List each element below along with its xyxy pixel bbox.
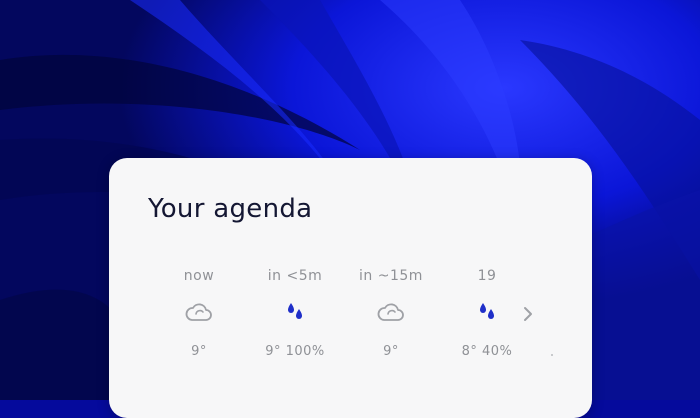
forecast-time-label: in <5m	[267, 268, 323, 284]
raindrops-icon	[480, 303, 494, 319]
forecast-strip: now 9° in <5m 9° 100% in ~15m 9° 19 8° 4…	[151, 264, 551, 364]
raindrops-icon	[288, 303, 302, 319]
cloud-icon	[377, 303, 404, 321]
forecast-value: 9°	[191, 344, 207, 359]
forecast-value: 9° 100%	[265, 344, 325, 359]
scroll-indicator-dot	[551, 354, 553, 356]
forecast-slot: in <5m 9° 100%	[247, 264, 343, 364]
forecast-time-label: now	[183, 268, 215, 284]
chevron-right-icon[interactable]	[517, 302, 539, 326]
forecast-time-label: 19	[477, 268, 497, 284]
forecast-time-label: in ~15m	[359, 268, 423, 284]
agenda-title: Your agenda	[148, 194, 313, 224]
forecast-value: 9°	[383, 344, 399, 359]
cloud-icon	[185, 303, 212, 321]
agenda-card: Your agenda now 9° in <5m 9° 100% in ~15…	[109, 158, 592, 418]
forecast-slot: in ~15m 9°	[343, 264, 439, 364]
forecast-value: 8° 40%	[461, 344, 513, 359]
forecast-slot: now 9°	[151, 264, 247, 364]
